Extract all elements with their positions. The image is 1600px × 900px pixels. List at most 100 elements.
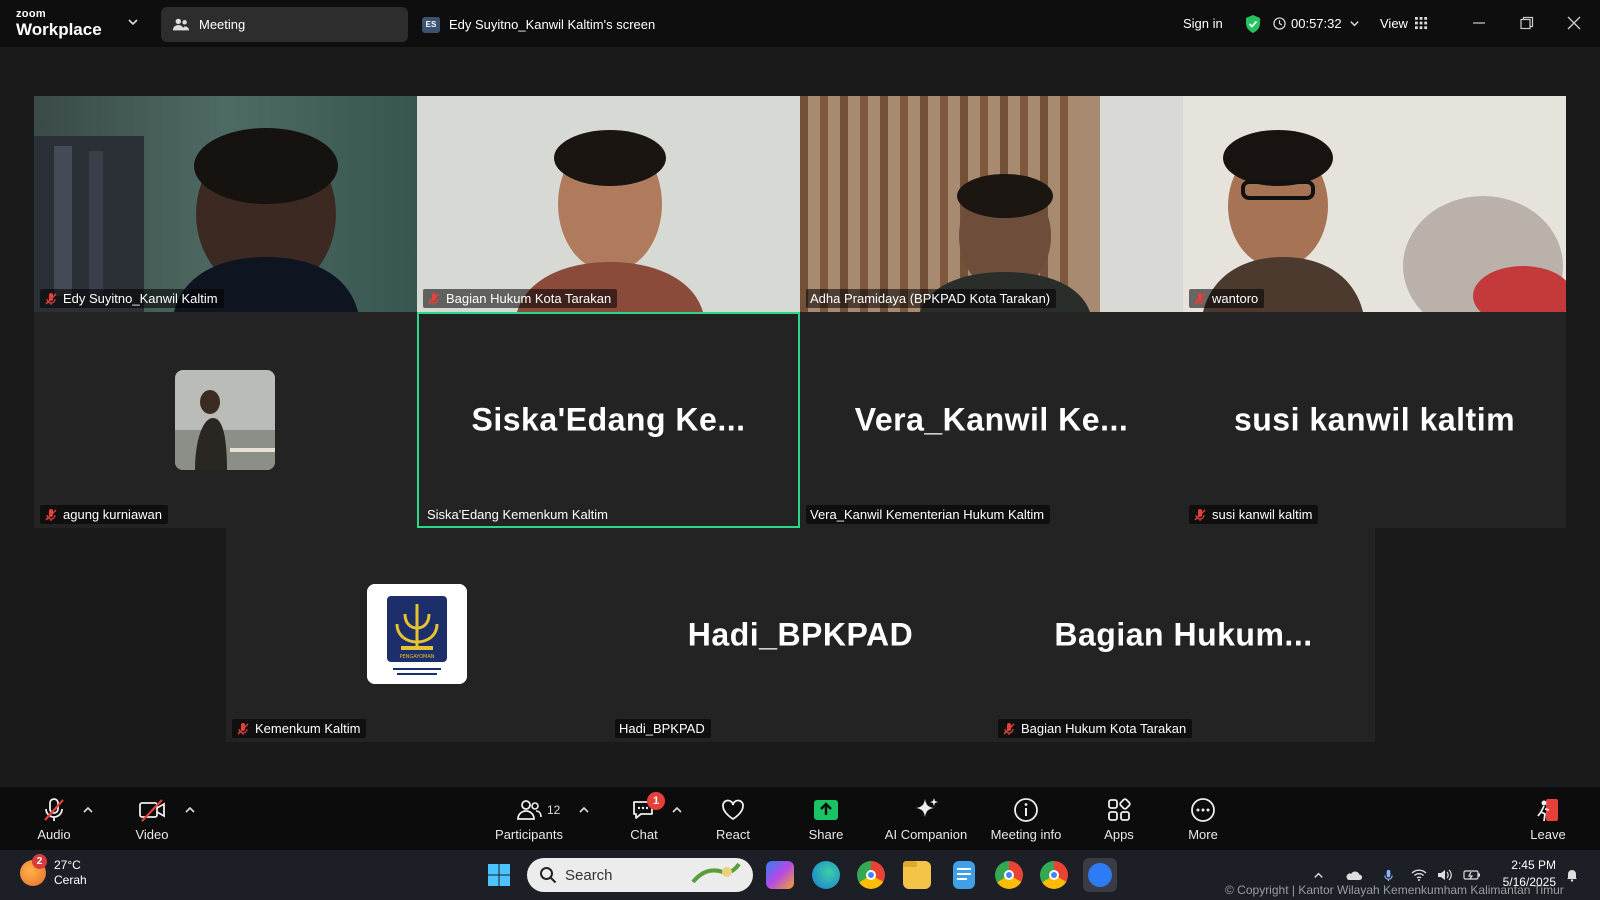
logo-text: PENGAYOMAN (399, 654, 434, 660)
grid-icon (1414, 17, 1428, 30)
windows-start-icon[interactable] (487, 863, 511, 887)
participant-display-name: Bagian Hukum... (1054, 616, 1313, 653)
muted-mic-icon (1003, 722, 1015, 735)
participant-name-tag: Hadi_BPKPAD (615, 719, 711, 738)
participant-name: Edy Suyitno_Kanwil Kaltim (63, 291, 218, 306)
mic-muted-icon (44, 797, 64, 821)
search-highlight-icon (691, 862, 741, 884)
ai-companion-button[interactable]: AI Companion (880, 787, 972, 850)
react-button[interactable]: React (713, 787, 753, 850)
close-icon[interactable] (1562, 11, 1586, 35)
video-label: Video (135, 826, 169, 842)
weather-description: Cerah (54, 873, 87, 887)
tab-meeting-label: Meeting (199, 17, 246, 32)
video-button[interactable]: Video (132, 787, 172, 850)
taskbar-search[interactable]: Search (527, 858, 753, 892)
participant-tile[interactable]: Edy Suyitno_Kanwil Kaltim (34, 96, 417, 312)
tab-shared-screen[interactable]: ES Edy Suyitno_Kanwil Kaltim's screen (417, 7, 677, 42)
info-icon (1014, 797, 1038, 822)
participant-video (800, 96, 1183, 312)
participant-tile[interactable]: PENGAYOMAN Kemenkum Kaltim (226, 528, 609, 742)
participant-tile[interactable]: Hadi_BPKPAD Hadi_BPKPAD (609, 528, 992, 742)
zoom-taskbar-icon[interactable] (1083, 858, 1117, 892)
avatar (175, 370, 275, 470)
participant-tile-active-speaker[interactable]: Siska'Edang Ke... Siska'Edang Kemenkum K… (417, 312, 800, 528)
muted-mic-icon (45, 292, 57, 305)
participant-tile[interactable]: Vera_Kanwil Ke... Vera_Kanwil Kementeria… (800, 312, 1183, 528)
chevron-down-icon (1349, 21, 1359, 27)
participant-tile[interactable]: agung kurniawan (34, 312, 417, 528)
more-button[interactable]: More (1183, 787, 1223, 850)
weather-sun-icon: 2 (20, 854, 47, 886)
chrome-profile-icon[interactable] (1040, 861, 1068, 889)
leave-icon (1537, 798, 1558, 821)
participant-name: agung kurniawan (63, 507, 163, 522)
participants-icon (517, 799, 542, 820)
participant-name: Bagian Hukum Kota Tarakan (1021, 721, 1187, 736)
participant-video (1183, 96, 1566, 312)
edge-icon[interactable] (812, 861, 840, 889)
chat-label: Chat (630, 826, 658, 842)
weather-badge: 2 (32, 854, 47, 869)
notepad-icon[interactable] (953, 861, 975, 889)
weather-widget[interactable]: 2 27°C Cerah (20, 854, 87, 888)
share-screen-icon (814, 799, 838, 820)
muted-mic-icon (1194, 292, 1206, 305)
copyright-watermark: © Copyright | Kantor Wilayah Kemenkumham… (1225, 883, 1564, 897)
view-label: View (1380, 16, 1408, 31)
participant-name: Bagian Hukum Kota Tarakan (446, 291, 612, 306)
leave-button[interactable]: Leave (1528, 787, 1568, 850)
search-placeholder: Search (565, 866, 613, 884)
chevron-up-icon[interactable] (577, 803, 591, 817)
participant-tile[interactable]: Bagian Hukum... Bagian Hukum Kota Taraka… (992, 528, 1375, 742)
participant-display-name: susi kanwil kaltim (1233, 401, 1516, 438)
meeting-info-button[interactable]: Meeting info (983, 787, 1069, 850)
meeting-timer[interactable]: 00:57:32 (1273, 0, 1361, 47)
chrome-profile-icon[interactable] (995, 861, 1023, 889)
tab-meeting[interactable]: Meeting (161, 7, 408, 42)
participant-name: Hadi_BPKPAD (619, 721, 705, 736)
title-bar: zoom Workplace Meeting ES Edy Suyitno_Ka… (0, 0, 1600, 47)
participants-label: Participants (495, 826, 563, 842)
participants-button[interactable]: Participants (493, 787, 565, 850)
leave-label: Leave (1530, 826, 1566, 842)
chevron-up-icon[interactable] (183, 803, 197, 817)
encryption-shield-icon[interactable] (1243, 0, 1263, 47)
participant-tile[interactable]: susi kanwil kaltim susi kanwil kaltim (1183, 312, 1566, 528)
audio-button[interactable]: Audio (34, 787, 74, 850)
copilot-icon[interactable] (766, 861, 794, 889)
chevron-up-icon[interactable] (81, 803, 95, 817)
view-button[interactable]: View (1380, 0, 1428, 47)
participant-name: wantoro (1212, 291, 1259, 306)
participant-tile[interactable]: wantoro (1183, 96, 1566, 312)
participant-name-tag: Bagian Hukum Kota Tarakan (423, 289, 618, 308)
timer-value: 00:57:32 (1291, 16, 1342, 31)
muted-mic-icon (237, 722, 249, 735)
participant-tile[interactable]: Adha Pramidaya (BPKPAD Kota Tarakan) (800, 96, 1183, 312)
participants-count: 12 (547, 803, 561, 817)
participant-name-tag: Vera_Kanwil Kementerian Hukum Kaltim (806, 505, 1051, 524)
apps-button[interactable]: Apps (1099, 787, 1139, 850)
chrome-icon[interactable] (857, 861, 885, 889)
participant-name-tag: Bagian Hukum Kota Tarakan (998, 719, 1193, 738)
minimize-icon[interactable] (1467, 11, 1491, 35)
chevron-up-icon[interactable] (670, 803, 684, 817)
notification-bell-icon[interactable] (1565, 862, 1579, 888)
sign-in-link[interactable]: Sign in (1183, 0, 1223, 47)
share-button[interactable]: Share (806, 787, 846, 850)
file-explorer-icon[interactable] (903, 861, 931, 889)
participant-display-name: Vera_Kanwil Ke... (854, 401, 1129, 438)
sparkle-icon (916, 797, 938, 817)
clock-icon (1273, 17, 1286, 30)
participant-name-tag: Edy Suyitno_Kanwil Kaltim (40, 289, 224, 308)
muted-mic-icon (1194, 508, 1206, 521)
participant-name: Kemenkum Kaltim (255, 721, 361, 736)
restore-icon[interactable] (1515, 11, 1539, 35)
participant-display-name: Siska'Edang Ke... (471, 401, 746, 438)
participant-name: susi kanwil kaltim (1212, 507, 1313, 522)
apps-icon (1108, 797, 1131, 821)
video-gallery: Edy Suyitno_Kanwil Kaltim Bagian Hukum K… (0, 47, 1600, 787)
participant-tile[interactable]: Bagian Hukum Kota Tarakan (417, 96, 800, 312)
chevron-down-icon[interactable] (124, 13, 142, 31)
participant-display-name: Hadi_BPKPAD (687, 616, 914, 653)
